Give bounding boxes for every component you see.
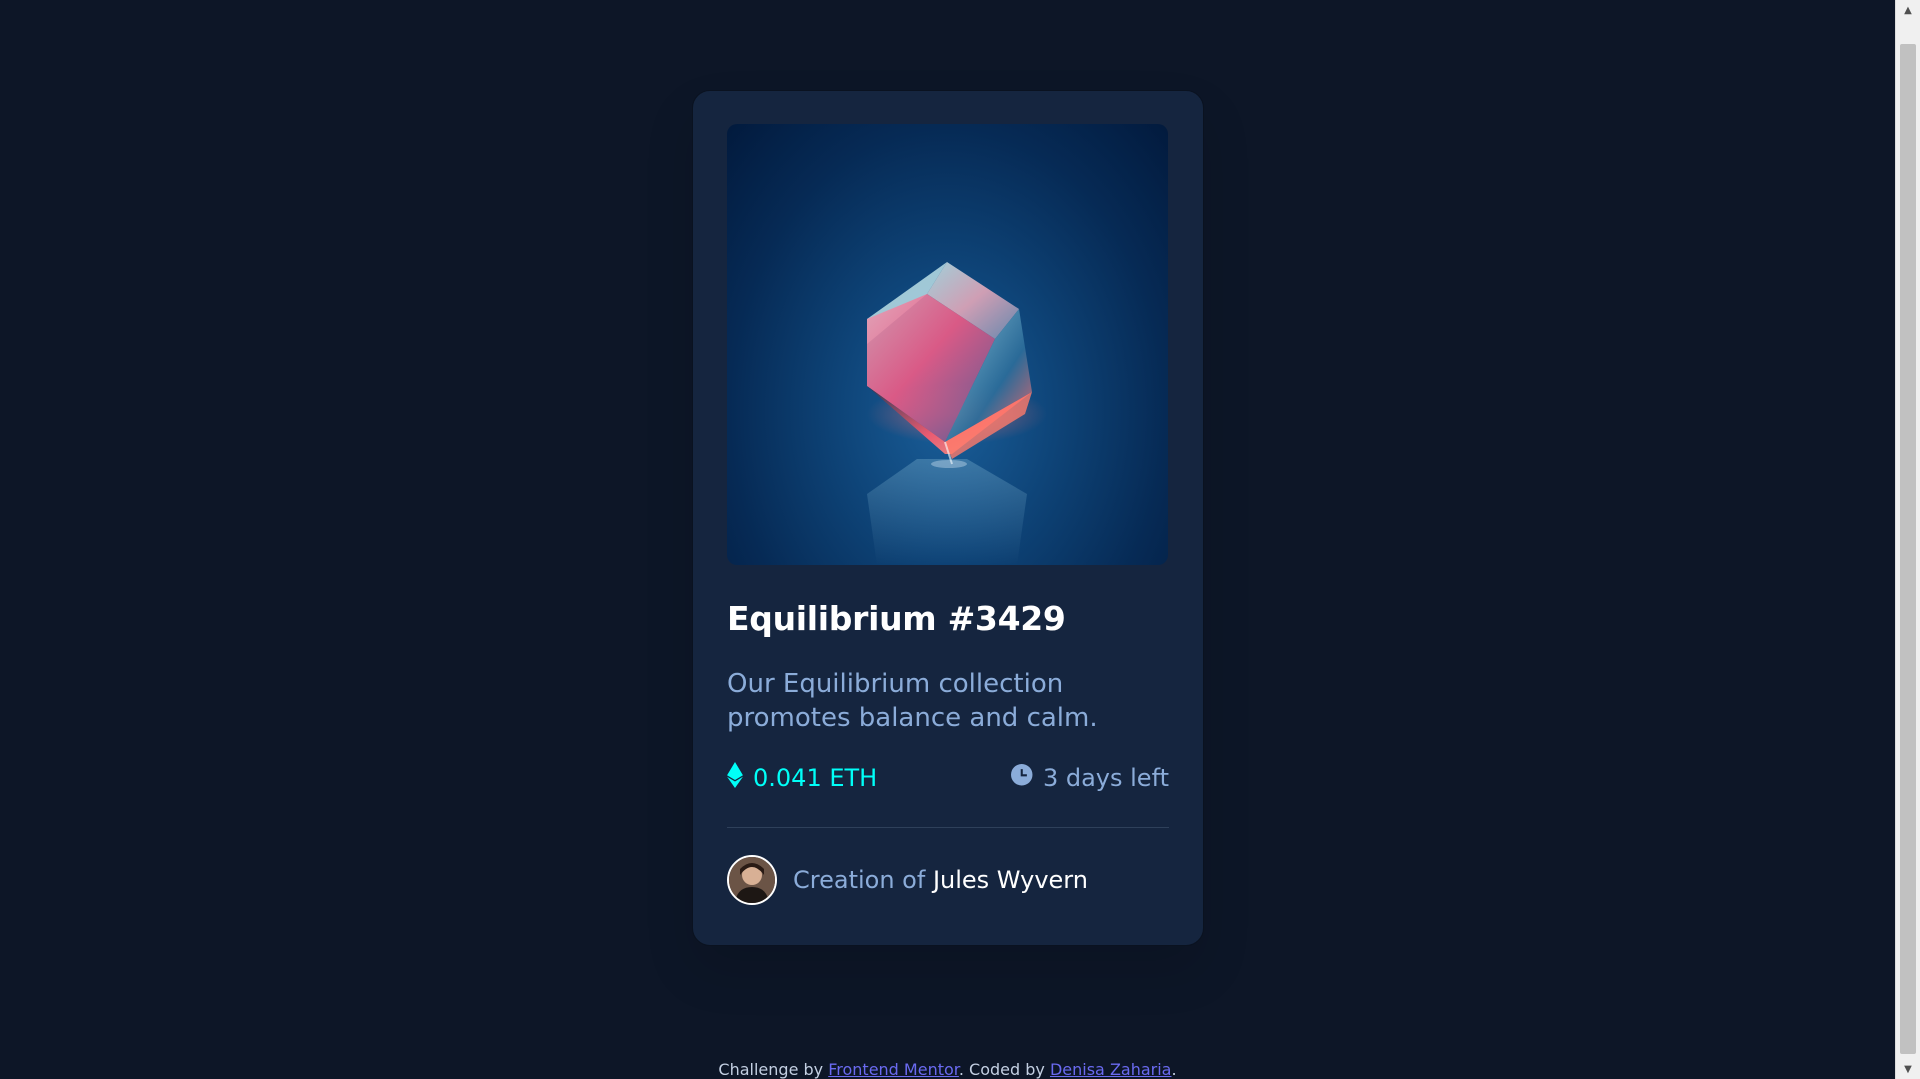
clock-icon [1010,763,1033,792]
nft-image[interactable] [727,124,1168,565]
cube-artwork [867,262,1047,565]
attribution: Challenge by Frontend Mentor. Coded by D… [0,1060,1895,1079]
price-stat: 0.041 ETH [727,761,878,794]
vertical-scrollbar[interactable]: ▲ ▼ [1895,0,1920,1079]
card-title[interactable]: Equilibrium #3429 [727,599,1169,639]
card-divider [727,826,1169,828]
card-stats: 0.041 ETH 3 days left [727,761,1169,795]
chevron-up-icon[interactable]: ▲ [1896,0,1920,20]
author-link[interactable]: Denisa Zaharia [1050,1060,1172,1079]
creator-prefix: Creation of [793,865,926,894]
challenge-prefix: Challenge by [718,1060,824,1079]
coded-prefix: . Coded by [958,1060,1045,1079]
price-value: 0.041 ETH [753,763,878,792]
frontend-mentor-link[interactable]: Frontend Mentor [828,1060,959,1079]
creator-text: Creation of Jules Wyvern [793,866,1088,894]
chevron-down-icon[interactable]: ▼ [1896,1059,1920,1079]
ethereum-icon [727,761,743,794]
creator-name-link[interactable]: Jules Wyvern [933,866,1088,894]
time-stat: 3 days left [1010,763,1169,792]
scrollbar-thumb[interactable] [1900,44,1916,1054]
attribution-suffix: . [1171,1060,1177,1079]
nft-card: Equilibrium #3429 Our Equilibrium collec… [692,90,1204,946]
avatar [727,854,777,905]
time-left-value: 3 days left [1042,763,1169,792]
card-description: Our Equilibrium collection promotes bala… [727,668,1098,733]
creator-row: Creation of Jules Wyvern [727,854,1169,905]
page: Equilibrium #3429 Our Equilibrium collec… [0,0,1920,1079]
